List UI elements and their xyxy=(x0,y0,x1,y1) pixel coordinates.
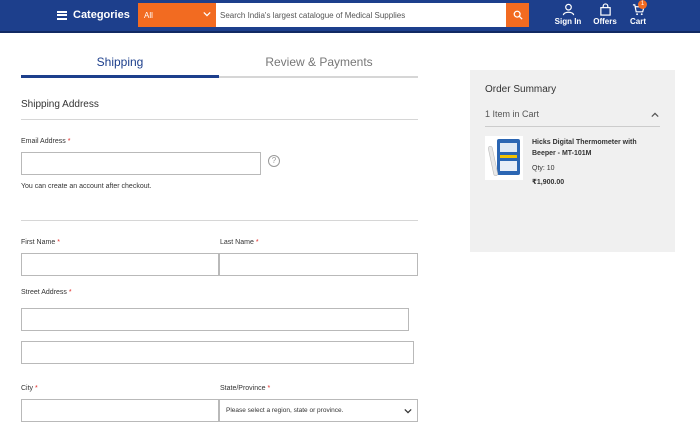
street-address-line-2[interactable] xyxy=(21,341,414,364)
offers-button[interactable]: Offers xyxy=(590,3,620,26)
first-name-label-text: First Name xyxy=(21,239,56,246)
city-label-text: City xyxy=(21,385,34,392)
state-label-text: State/Province xyxy=(220,385,266,392)
search-input[interactable]: Search India's largest catalogue of Medi… xyxy=(216,3,506,27)
street-address-line-1[interactable] xyxy=(21,308,409,331)
product-thumbnail xyxy=(485,136,523,180)
state-select[interactable]: Please select a region, state or provinc… xyxy=(219,399,418,422)
order-summary-panel: Order Summary 1 Item in Cart Hicks Digit… xyxy=(470,70,675,252)
last-name-field[interactable] xyxy=(219,253,418,276)
product-name: Hicks Digital Thermometer with Beeper - … xyxy=(532,139,637,157)
required-mark: * xyxy=(57,239,60,246)
city-field[interactable] xyxy=(21,399,219,422)
required-mark: * xyxy=(35,385,38,392)
cart-button[interactable]: Cart 1 xyxy=(625,0,651,26)
cart-label: Cart xyxy=(629,17,646,26)
chevron-up-icon[interactable] xyxy=(651,111,659,119)
product-price: ₹1,900.00 xyxy=(532,179,565,186)
search-icon xyxy=(513,10,523,20)
categories-menu[interactable]: Categories xyxy=(57,9,130,21)
chevron-down-icon xyxy=(203,11,211,17)
account-hint: You can create an account after checkout… xyxy=(21,183,152,190)
items-in-cart-toggle[interactable]: 1 Item in Cart xyxy=(485,109,539,119)
state-select-value: Please select a region, state or provinc… xyxy=(226,407,344,414)
email-label: Email Address * xyxy=(21,138,70,145)
tab-shipping[interactable]: Shipping xyxy=(21,55,219,69)
tab-review-payments[interactable]: Review & Payments xyxy=(220,55,418,69)
offers-label: Offers xyxy=(593,17,617,26)
required-mark: * xyxy=(267,385,271,392)
section-title: Shipping Address xyxy=(21,99,99,110)
cart-count-badge: 1 xyxy=(638,0,647,9)
required-mark: * xyxy=(67,138,71,145)
sign-in-label: Sign In xyxy=(554,17,582,26)
category-select[interactable]: All xyxy=(138,3,216,27)
first-name-label: First Name * xyxy=(21,239,60,246)
street-label-text: Street Address xyxy=(21,289,67,296)
street-address-label: Street Address * xyxy=(21,289,72,296)
user-icon xyxy=(562,3,574,16)
active-tab-indicator xyxy=(21,75,219,78)
sign-in-button[interactable]: Sign In xyxy=(553,3,583,26)
form-divider xyxy=(21,220,418,221)
last-name-label-text: Last Name xyxy=(220,239,254,246)
product-qty: Qty: 10 xyxy=(532,165,555,172)
top-header: Categories All Search India's largest ca… xyxy=(0,0,700,33)
email-field[interactable] xyxy=(21,152,261,175)
required-mark: * xyxy=(68,289,72,296)
chevron-down-icon xyxy=(404,408,412,414)
hamburger-icon xyxy=(57,10,67,20)
help-icon[interactable]: ? xyxy=(268,155,280,167)
required-mark: * xyxy=(255,239,259,246)
offers-bag-icon xyxy=(599,3,611,16)
first-name-field[interactable] xyxy=(21,253,219,276)
state-label: State/Province * xyxy=(220,385,270,392)
category-select-value: All xyxy=(144,10,153,20)
search-button[interactable] xyxy=(506,3,529,27)
categories-label: Categories xyxy=(73,9,130,21)
summary-divider xyxy=(485,126,660,127)
email-label-text: Email Address xyxy=(21,138,66,145)
search-placeholder: Search India's largest catalogue of Medi… xyxy=(220,10,406,20)
section-divider xyxy=(21,119,418,120)
last-name-label: Last Name * xyxy=(220,239,259,246)
order-summary-title: Order Summary xyxy=(485,84,557,95)
inactive-tab-indicator xyxy=(219,76,418,78)
city-label: City * xyxy=(21,385,38,392)
